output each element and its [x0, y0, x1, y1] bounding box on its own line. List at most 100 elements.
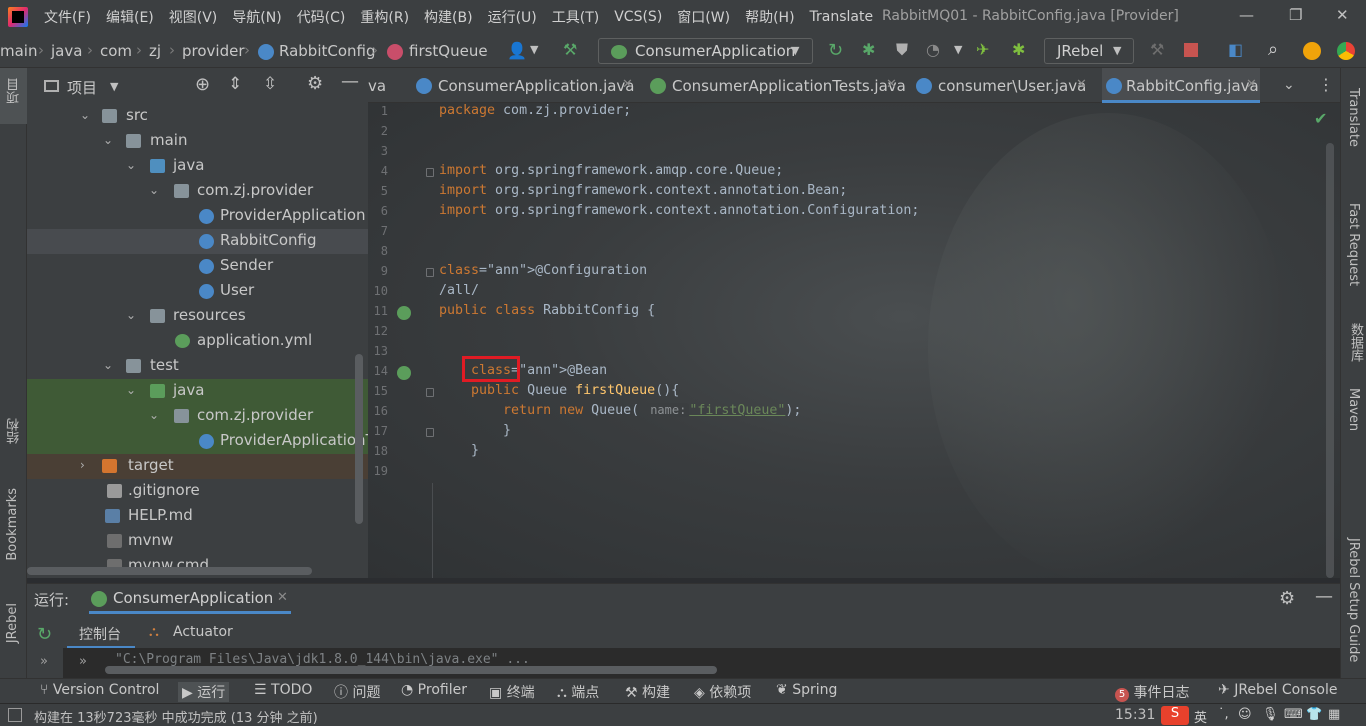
fast-request-tool-label[interactable]: Fast Request: [1346, 203, 1361, 286]
tool-profiler[interactable]: ◔ Profiler: [401, 682, 467, 698]
close-icon[interactable]: ✕: [886, 77, 897, 92]
translate-icon[interactable]: ◧: [1228, 40, 1243, 59]
tree-item-application-yml[interactable]: application.yml: [27, 329, 368, 354]
tree-item-src[interactable]: ⌄ src: [27, 104, 368, 129]
tool-version-control[interactable]: ⑂ Version Control: [40, 682, 159, 698]
bookmarks-tool-label[interactable]: Bookmarks: [5, 488, 20, 561]
maven-tool-label[interactable]: Maven: [1346, 388, 1361, 431]
menu-refactor[interactable]: 重构(R): [360, 7, 409, 27]
menu-edit[interactable]: 编辑(E): [106, 7, 154, 27]
restore-icon[interactable]: ❐: [1289, 6, 1302, 24]
translate-tool-label[interactable]: Translate: [1346, 88, 1361, 147]
code-line[interactable]: import org.springframework.context.annot…: [439, 183, 847, 198]
punctuation-icon[interactable]: ˙,: [1218, 707, 1229, 722]
hide-panel-icon[interactable]: —: [341, 71, 359, 92]
toolbox-icon[interactable]: ▦: [1328, 707, 1340, 722]
emoji-icon[interactable]: ☺: [1238, 707, 1252, 722]
chevron-down-icon[interactable]: ⌄: [103, 133, 113, 147]
code-line[interactable]: return new Queue( name: "firstQueue");: [439, 403, 801, 418]
chevron-down-icon[interactable]: ⌄: [126, 383, 136, 397]
tool-jrebel-console[interactable]: ✈ JRebel Console: [1218, 682, 1337, 698]
tree-item-main[interactable]: ⌄ main: [27, 129, 368, 154]
tabs-dropdown-icon[interactable]: ⌄: [1283, 77, 1295, 93]
project-view-select[interactable]: 项目: [67, 77, 97, 98]
tree-item-test-java[interactable]: ⌄ java: [27, 379, 368, 404]
expand-icon[interactable]: »: [40, 654, 48, 669]
subtab-actuator[interactable]: Actuator: [173, 624, 233, 640]
jrebel-run-icon[interactable]: ✈: [976, 40, 989, 59]
tree-item-user[interactable]: User: [27, 279, 368, 304]
close-icon[interactable]: ✕: [1076, 77, 1087, 92]
code-line[interactable]: }: [439, 443, 479, 458]
fold-marker-icon[interactable]: [426, 168, 434, 177]
editor-vertical-scrollbar[interactable]: [1326, 143, 1334, 578]
chevron-down-icon[interactable]: ⌄: [126, 158, 136, 172]
rerun-icon[interactable]: ↻: [37, 624, 52, 645]
close-icon[interactable]: ✕: [622, 77, 633, 92]
locate-target-icon[interactable]: ⊕: [195, 74, 210, 95]
tree-item-test[interactable]: ⌄ test: [27, 354, 368, 379]
menu-tools[interactable]: 工具(T): [552, 7, 599, 27]
tab-rabbit-config[interactable]: RabbitConfig.java ✕: [1102, 68, 1260, 103]
menu-translate[interactable]: Translate: [810, 9, 874, 25]
breadcrumb-provider[interactable]: provider: [182, 42, 245, 60]
breadcrumb-com[interactable]: com: [100, 42, 132, 60]
console-output[interactable]: » "C:\Program Files\Java\jdk1.8.0_144\bi…: [63, 648, 1340, 679]
code-editor[interactable]: 1 2 3 4 5 6 7 8 9 10 11 12 13 14 15 16 17 18 19 package co…: [368, 103, 1340, 578]
menu-file[interactable]: 文件(F): [44, 7, 91, 27]
breadcrumb-main[interactable]: main: [0, 42, 37, 60]
fold-marker-icon[interactable]: [426, 388, 434, 397]
hide-panel-icon[interactable]: —: [1315, 586, 1333, 607]
tool-endpoints[interactable]: ⛬ 端点: [557, 682, 599, 702]
tab-consumer-application-tests[interactable]: ConsumerApplicationTests.java ✕: [650, 68, 906, 103]
code-line[interactable]: import org.springframework.amqp.core.Que…: [439, 163, 783, 178]
breadcrumb-method[interactable]: firstQueue: [409, 42, 488, 60]
jrebel-tool-label[interactable]: JRebel: [5, 603, 20, 643]
jrebel-debug-icon[interactable]: ✱: [1012, 40, 1025, 59]
sogou-ime-icon[interactable]: S: [1161, 706, 1189, 725]
expand-all-icon[interactable]: ⇕: [228, 74, 242, 94]
menu-navigate[interactable]: 导航(N): [232, 7, 281, 27]
menu-window[interactable]: 窗口(W): [677, 7, 730, 27]
breadcrumb-zj[interactable]: zj: [149, 42, 161, 60]
chevron-down-icon[interactable]: ⌄: [80, 108, 90, 122]
horizontal-scrollbar[interactable]: [27, 567, 312, 575]
update-icon[interactable]: [1303, 42, 1321, 60]
run-tab-consumer-application[interactable]: ConsumerApplication ✕: [89, 584, 291, 614]
close-icon[interactable]: ✕: [1336, 6, 1349, 24]
tree-item-resources[interactable]: ⌄ resources: [27, 304, 368, 329]
build-hammer-icon[interactable]: ⚒: [563, 40, 577, 59]
console-horizontal-scrollbar[interactable]: [105, 666, 717, 674]
jrebel-select[interactable]: JRebel ▼: [1044, 38, 1134, 64]
fold-marker-icon[interactable]: [426, 268, 434, 277]
tree-item-sender[interactable]: Sender: [27, 254, 368, 279]
tree-item-target[interactable]: › target: [27, 454, 368, 479]
inspection-ok-icon[interactable]: ✔: [1314, 109, 1327, 128]
menu-run[interactable]: 运行(U): [488, 7, 537, 27]
run-configuration-select[interactable]: ConsumerApplication ▼: [598, 38, 813, 64]
tree-item-help-md[interactable]: HELP.md: [27, 504, 368, 529]
chevron-down-icon[interactable]: ▼: [954, 43, 962, 56]
tree-item-provider-application[interactable]: ProviderApplication: [27, 204, 368, 229]
tool-event-log[interactable]: 5 事件日志: [1115, 682, 1189, 702]
close-icon[interactable]: ✕: [1246, 77, 1257, 92]
code-line[interactable]: package com.zj.provider;: [439, 103, 631, 118]
collapse-all-icon[interactable]: ⇳: [263, 74, 277, 94]
tab-consumer-application[interactable]: ConsumerApplication.java ✕: [416, 68, 641, 103]
code-line[interactable]: public Queue firstQueue(){: [439, 383, 679, 398]
breadcrumb-java[interactable]: java: [51, 42, 82, 60]
menu-code[interactable]: 代码(C): [297, 7, 346, 27]
tool-problems[interactable]: ⓘ 问题: [334, 682, 380, 702]
more-options-icon[interactable]: ⋮: [1318, 75, 1334, 94]
tree-item-java[interactable]: ⌄ java: [27, 154, 368, 179]
chevron-down-icon[interactable]: ⌄: [149, 408, 159, 422]
tab-consumer-user[interactable]: consumer\User.java ✕: [916, 68, 1094, 103]
code-line[interactable]: public class RabbitConfig {: [439, 303, 655, 318]
minimize-icon[interactable]: —: [1239, 6, 1254, 24]
chrome-icon[interactable]: [1337, 42, 1355, 60]
chevron-down-icon[interactable]: ⌄: [149, 183, 159, 197]
code-line[interactable]: import org.springframework.context.annot…: [439, 203, 919, 218]
code-line[interactable]: }: [439, 423, 511, 438]
microphone-icon[interactable]: 🎙: [1262, 707, 1279, 722]
keyboard-icon[interactable]: ⌨: [1284, 707, 1303, 722]
